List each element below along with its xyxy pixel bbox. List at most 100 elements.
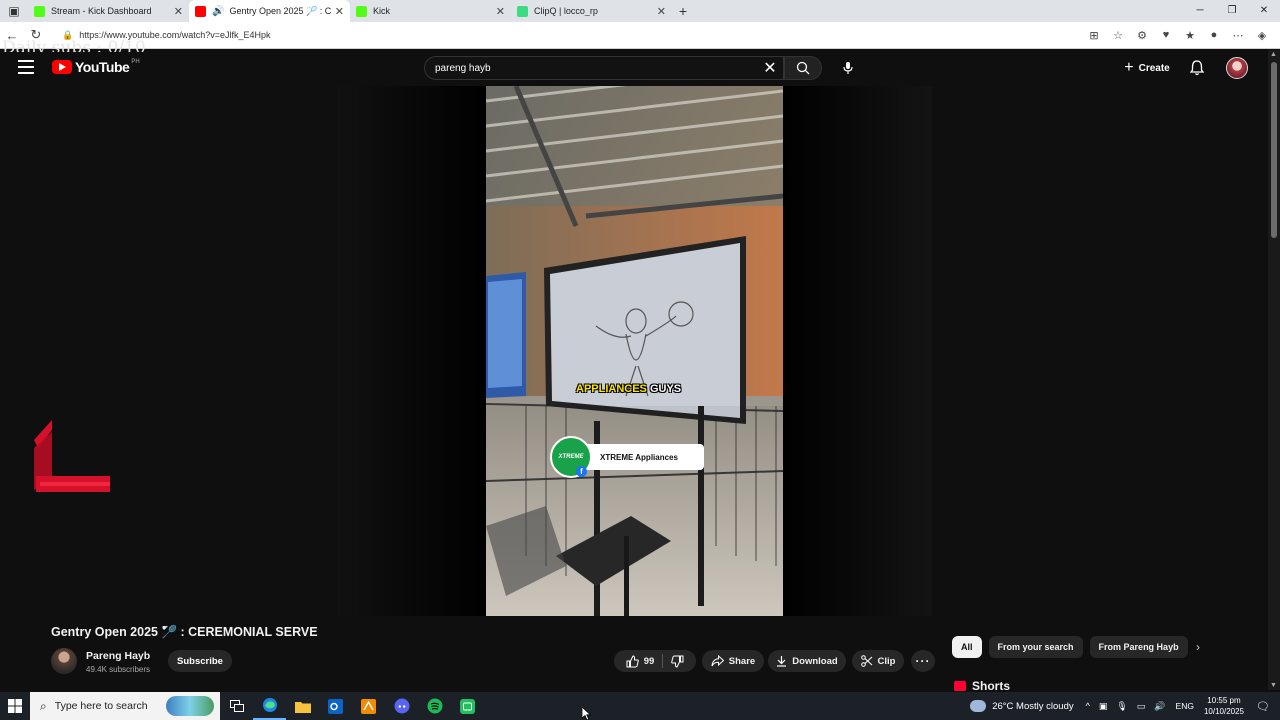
subscribe-button[interactable]: Subscribe — [168, 650, 232, 672]
network-icon[interactable]: ▭ — [1137, 701, 1146, 712]
sponsor-badge: XTREME f XTREME Appliances — [550, 436, 704, 478]
more-actions-button[interactable]: ··· — [911, 650, 935, 672]
file-explorer-icon[interactable] — [286, 692, 319, 720]
tab-youtube-video[interactable]: 🔊 Gentry Open 2025 🏸 : CERE ✕ — [189, 0, 350, 22]
scroll-down-icon[interactable]: ▼ — [1270, 682, 1277, 689]
create-label: Create — [1138, 62, 1170, 74]
profile-icon[interactable]: ● — [1202, 29, 1226, 42]
caption-yellow-text: APPLIANCES — [576, 383, 647, 395]
video-frame[interactable]: APPLIANCES GUYS XTREME f XTREME Applianc… — [486, 86, 783, 616]
search-icon — [796, 61, 810, 75]
close-tab-icon[interactable]: ✕ — [657, 5, 666, 18]
favorite-star-icon[interactable]: ☆ — [1106, 29, 1130, 42]
speaker-icon[interactable]: 🔊 — [212, 6, 224, 17]
search-box: ✕ — [424, 56, 784, 80]
player-letterbox-left — [337, 86, 486, 616]
chip-from-your-search[interactable]: From your search — [988, 636, 1083, 658]
divider — [662, 654, 664, 668]
facebook-icon: f — [576, 466, 587, 477]
reading-view-icon[interactable]: ⊞ — [1082, 29, 1106, 42]
tab-title: Gentry Open 2025 🏸 : CERE — [229, 5, 331, 16]
new-tab-icon[interactable]: + — [672, 3, 694, 19]
video-title: Gentry Open 2025 🏸 : CEREMONIAL SERVE — [51, 625, 318, 639]
chip-all[interactable]: All — [952, 636, 982, 658]
scrollbar-thumb[interactable] — [1271, 62, 1277, 238]
windows-start-icon[interactable] — [0, 692, 30, 720]
like-icon[interactable] — [626, 654, 639, 668]
green-app-icon[interactable] — [451, 692, 484, 720]
create-button[interactable]: + Create — [1116, 56, 1178, 80]
subs-counter-overlay: Daily subs : 0/10 — [2, 38, 146, 52]
channel-avatar[interactable] — [51, 648, 77, 674]
account-avatar[interactable] — [1226, 57, 1248, 79]
minimize-icon[interactable]: ─ — [1184, 0, 1216, 22]
tab-actions-icon[interactable]: ▣ — [0, 0, 28, 22]
taskbar-search[interactable]: ⌕ Type here to search — [30, 692, 220, 720]
notifications-bell-icon[interactable] — [1188, 59, 1206, 77]
camera-icon[interactable]: ▣ — [1099, 701, 1108, 712]
player-letterbox-right — [783, 86, 932, 616]
share-button[interactable]: Share — [702, 650, 764, 672]
page-scrollbar[interactable]: ▲ ▼ — [1268, 50, 1280, 690]
edge-browser-icon[interactable] — [253, 692, 286, 720]
sublime-app-icon[interactable] — [352, 692, 385, 720]
url-field[interactable]: 🔒 https://www.youtube.com/watch?v=eJlfk_… — [54, 25, 1082, 45]
menu-icon[interactable] — [18, 60, 34, 74]
tab-title: Stream - Kick Dashboard — [51, 6, 152, 16]
notification-center-icon[interactable]: 🗨 — [1256, 700, 1274, 713]
screen: ▣ Stream - Kick Dashboard ✕ 🔊 Gentry Ope… — [0, 0, 1280, 720]
extensions-icon[interactable]: ⚙ — [1130, 29, 1154, 42]
close-window-icon[interactable]: ✕ — [1248, 0, 1280, 22]
task-view-icon[interactable] — [220, 692, 253, 720]
clear-search-icon[interactable]: ✕ — [757, 58, 783, 78]
scroll-up-icon[interactable]: ▲ — [1270, 51, 1277, 58]
taskbar-search-placeholder: Type here to search — [54, 700, 148, 712]
channel-name[interactable]: Pareng Hayb — [86, 650, 150, 662]
video-caption: APPLIANCES GUYS — [576, 383, 681, 395]
close-tab-icon[interactable]: ✕ — [496, 5, 505, 18]
tab-clipq[interactable]: ClipQ | locco_rp ✕ — [511, 0, 672, 22]
browser-tab-bar: ▣ Stream - Kick Dashboard ✕ 🔊 Gentry Ope… — [0, 0, 1280, 22]
favorites-icon[interactable]: ★ — [1178, 29, 1202, 42]
related-filter-chips: All From your search From Pareng Hayb — [952, 636, 1188, 658]
youtube-play-icon — [52, 60, 72, 74]
more-icon[interactable]: ⋯ — [1226, 29, 1250, 42]
youtube-header: YouTube PH ✕ + Create — [0, 50, 1268, 86]
sponsor-name: XTREME Appliances — [580, 444, 704, 470]
search-input[interactable] — [435, 62, 757, 74]
search-button[interactable] — [784, 56, 822, 80]
copilot-icon[interactable]: ◈ — [1250, 29, 1274, 42]
youtube-logo[interactable]: YouTube PH — [52, 59, 140, 75]
close-tab-icon[interactable]: ✕ — [174, 5, 183, 18]
tab-kick-dashboard[interactable]: Stream - Kick Dashboard ✕ — [28, 0, 189, 22]
spotify-icon[interactable] — [418, 692, 451, 720]
chevron-right-icon[interactable]: › — [1196, 640, 1200, 654]
chevron-up-icon[interactable]: ^ — [1086, 701, 1090, 712]
clock[interactable]: 10:55 pm 10/10/2025 — [1204, 695, 1244, 717]
close-tab-icon[interactable]: ✕ — [335, 5, 344, 18]
chip-from-channel[interactable]: From Pareng Hayb — [1089, 636, 1188, 658]
share-label: Share — [728, 655, 756, 667]
microphone-icon[interactable]: 🎙 — [1116, 701, 1127, 712]
logo-text: YouTube — [75, 59, 130, 75]
maximize-icon[interactable]: ❐ — [1216, 0, 1248, 22]
stream-overlay-graphic — [34, 420, 110, 492]
clip-button[interactable]: Clip — [852, 650, 904, 672]
language-indicator[interactable]: ENG — [1176, 701, 1194, 711]
volume-icon[interactable]: 🔊 — [1154, 701, 1165, 712]
video-scene — [486, 86, 783, 616]
discord-icon[interactable] — [385, 692, 418, 720]
voice-search-button[interactable] — [836, 56, 860, 80]
shorts-label: Shorts — [972, 681, 1011, 691]
more-icon: ··· — [915, 654, 931, 668]
tab-title: Kick — [373, 6, 391, 16]
outlook-icon[interactable] — [319, 692, 352, 720]
download-button[interactable]: Download — [768, 650, 846, 672]
subscriber-count: 49.4K subscribers — [86, 665, 151, 674]
dislike-icon[interactable] — [671, 655, 684, 668]
video-player[interactable]: APPLIANCES GUYS XTREME f XTREME Applianc… — [337, 86, 932, 616]
download-label: Download — [792, 655, 838, 667]
tab-kick[interactable]: Kick ✕ — [350, 0, 511, 22]
weather-widget[interactable]: 26°C Mostly cloudy — [970, 700, 1074, 712]
browser-essentials-icon[interactable]: ♥ — [1154, 29, 1178, 42]
